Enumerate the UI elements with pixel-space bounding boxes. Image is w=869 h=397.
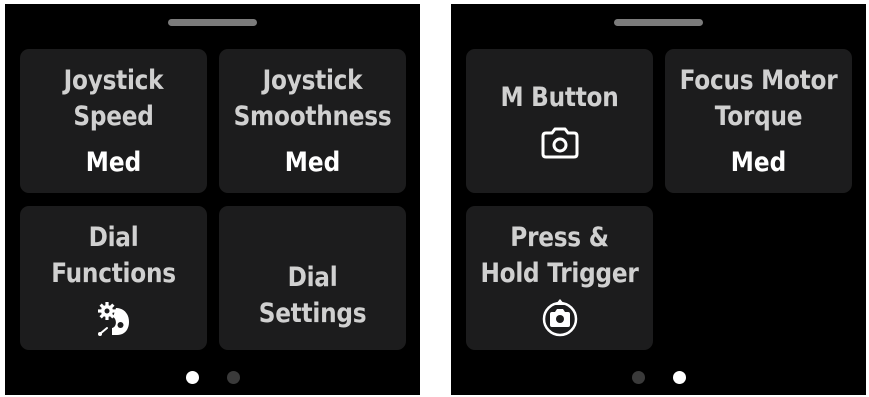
- tile-dial-settings[interactable]: Dial Settings: [219, 206, 406, 350]
- tile-title: Focus Motor Torque: [679, 65, 838, 132]
- tile-title: Dial Settings: [258, 262, 367, 329]
- tile-joystick-smoothness[interactable]: Joystick Smoothness Med: [219, 49, 406, 193]
- page-dot-1[interactable]: [632, 371, 645, 384]
- drag-handle[interactable]: [614, 19, 703, 26]
- tile-title: Joystick Smoothness: [233, 65, 392, 132]
- tile-title: Joystick Speed: [63, 65, 164, 132]
- camera-icon: [541, 127, 578, 159]
- drag-handle[interactable]: [168, 19, 257, 26]
- tile-value: Med: [85, 147, 142, 178]
- page-dot-2[interactable]: [227, 371, 240, 384]
- tile-title: Press & Hold Trigger: [480, 222, 639, 289]
- tile-title: Dial Functions: [51, 222, 176, 289]
- camera-rotate-icon: [542, 299, 577, 337]
- page-dot-2[interactable]: [673, 371, 686, 384]
- tile-joystick-speed[interactable]: Joystick Speed Med: [20, 49, 207, 193]
- tile-m-button[interactable]: M Button: [466, 49, 653, 193]
- page-dot-1[interactable]: [186, 371, 199, 384]
- settings-screen-page-1: Joystick Speed Med Joystick Smoothness M…: [5, 4, 420, 395]
- tile-value: Med: [284, 147, 341, 178]
- settings-screen-page-2: M Button Focus Motor Torque Med Press & …: [451, 4, 866, 395]
- tile-press-hold-trigger[interactable]: Press & Hold Trigger: [466, 206, 653, 350]
- page-indicator: [451, 371, 866, 385]
- tile-dial-functions[interactable]: Dial Functions: [20, 206, 207, 350]
- tile-value: Med: [730, 147, 787, 178]
- page-indicator: [5, 371, 420, 385]
- tile-title: M Button: [500, 82, 619, 113]
- dial-gear-icon: [97, 302, 129, 336]
- tile-focus-motor-torque[interactable]: Focus Motor Torque Med: [665, 49, 852, 193]
